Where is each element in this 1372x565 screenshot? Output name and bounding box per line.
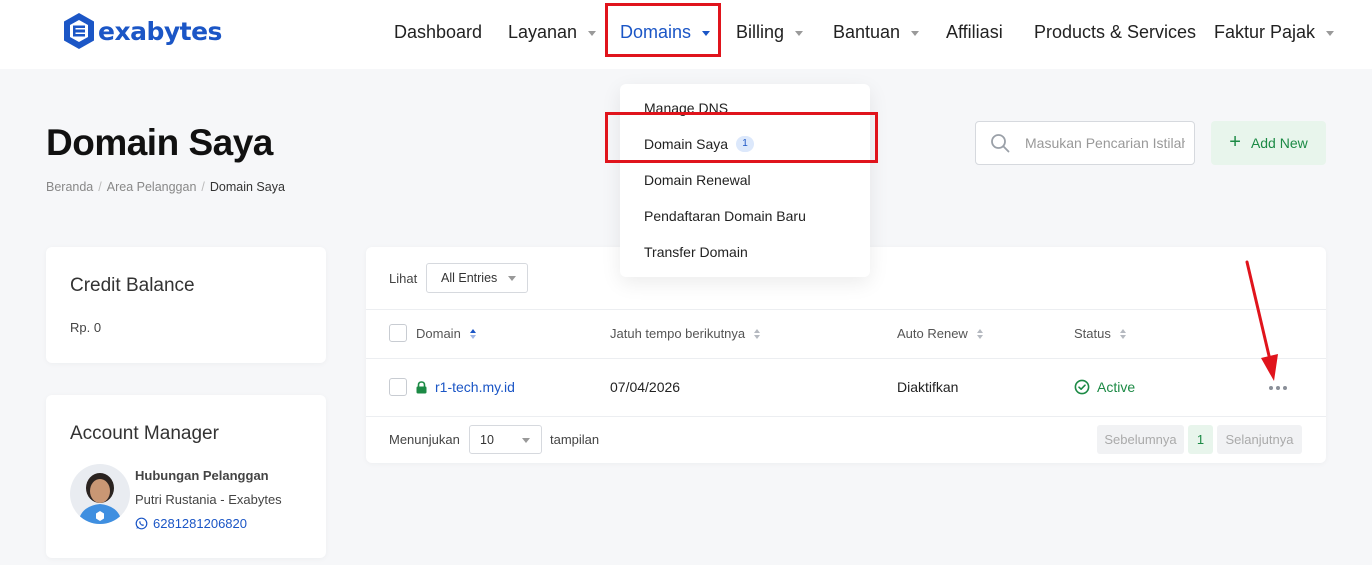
annotation-arrow bbox=[1245, 260, 1278, 381]
